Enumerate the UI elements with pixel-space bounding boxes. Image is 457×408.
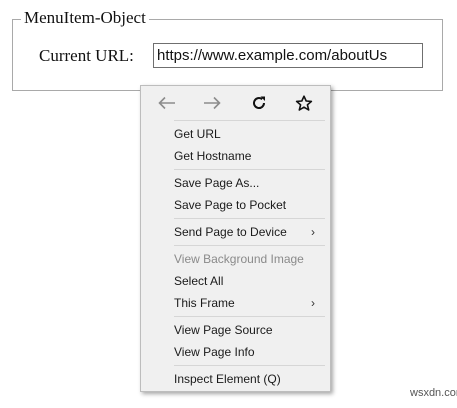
current-url-input[interactable] — [153, 43, 423, 68]
menu-item-view-page-source[interactable]: View Page Source — [174, 320, 324, 340]
submenu-arrow-icon: › — [311, 296, 315, 310]
submenu-arrow-icon: › — [311, 225, 315, 239]
context-menu-navigation — [141, 86, 330, 120]
back-button[interactable] — [152, 91, 182, 115]
menu-item-view-background-image: View Background Image — [174, 252, 304, 266]
menu-item-inspect-element[interactable]: Inspect Element (Q) — [174, 369, 324, 389]
menu-item-get-hostname[interactable]: Get Hostname — [174, 146, 324, 166]
separator — [174, 365, 325, 366]
menu-item-this-frame[interactable]: This Frame › — [174, 293, 324, 313]
bookmark-button[interactable] — [289, 91, 319, 115]
reload-icon — [253, 96, 266, 109]
current-url-label: Current URL: — [39, 46, 134, 65]
menu-item-save-to-pocket[interactable]: Save Page to Pocket — [174, 195, 324, 215]
back-icon — [158, 96, 175, 110]
watermark: wsxdn.com — [410, 387, 457, 399]
separator — [174, 245, 325, 246]
menu-item-get-url[interactable]: Get URL — [174, 124, 324, 144]
menu-item-view-page-info[interactable]: View Page Info — [174, 342, 324, 362]
separator — [174, 316, 325, 317]
context-menu: Get URL Get Hostname Save Page As... Sav… — [140, 85, 331, 392]
menu-item-send-to-device[interactable]: Send Page to Device › — [174, 222, 324, 242]
separator — [174, 218, 325, 219]
menu-item-select-all[interactable]: Select All — [174, 271, 324, 291]
forward-icon — [204, 96, 221, 110]
bookmark-star-icon — [295, 94, 313, 111]
separator — [174, 120, 325, 121]
menu-item-save-page-as[interactable]: Save Page As... — [174, 173, 324, 193]
reload-button[interactable] — [244, 91, 274, 115]
fieldset-legend: MenuItem-Object — [21, 9, 149, 27]
separator — [174, 169, 325, 170]
forward-button[interactable] — [197, 91, 227, 115]
